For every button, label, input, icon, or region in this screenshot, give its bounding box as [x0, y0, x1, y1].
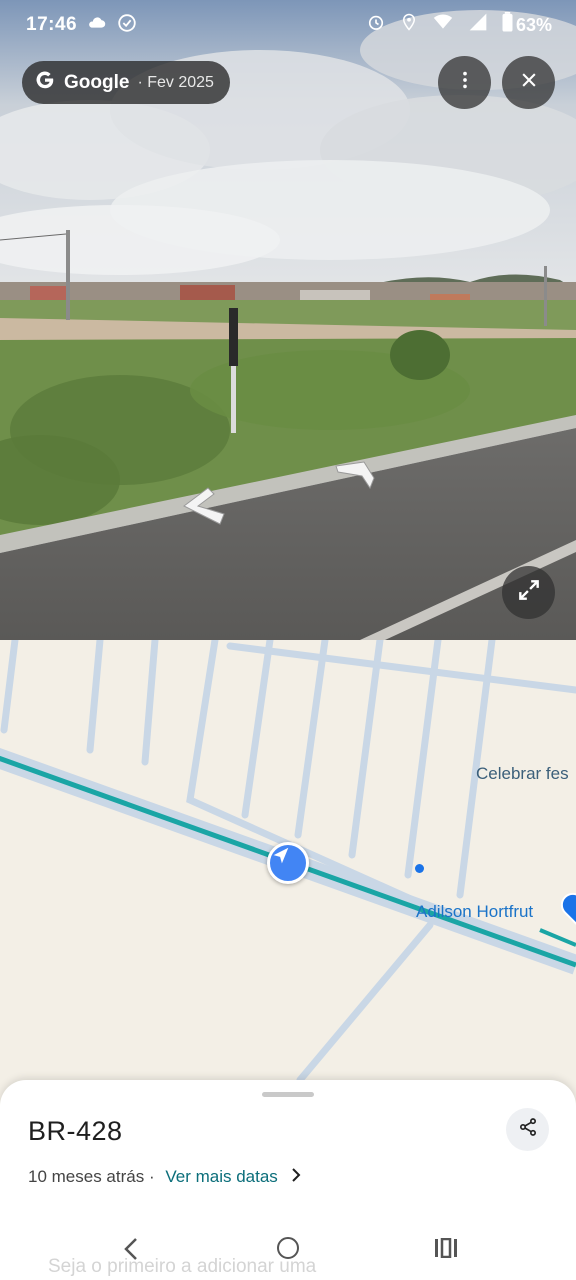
close-icon — [519, 70, 539, 95]
street-view-panorama[interactable]: 17:46 63% Google · Fev 2025 — [0, 0, 576, 640]
streetview-location-marker[interactable] — [267, 842, 309, 884]
imagery-date-pill[interactable]: Google · Fev 2025 — [22, 61, 230, 104]
alarm-icon — [366, 12, 386, 38]
chevron-right-icon[interactable] — [290, 1166, 302, 1187]
nav-arrow-right[interactable] — [334, 458, 376, 497]
google-brand-label: Google — [64, 71, 130, 93]
cloud-icon — [86, 12, 108, 40]
signal-icon — [468, 12, 488, 38]
share-button[interactable] — [506, 1108, 549, 1151]
map-label-adilson[interactable]: Adilson Hortfrut — [416, 902, 533, 922]
battery-icon — [502, 12, 513, 38]
separator-dot: · — [144, 1166, 160, 1186]
more-options-button[interactable] — [438, 56, 491, 109]
expand-icon — [516, 577, 542, 608]
nav-arrow-left[interactable] — [180, 484, 228, 533]
battery-percent: 63% — [515, 14, 552, 35]
check-circle-icon — [116, 12, 138, 40]
wifi-icon — [432, 12, 454, 38]
nav-arrow-right-icon — [334, 461, 376, 496]
map-view[interactable]: Celebrar fes Adilson Hortfrut — [0, 640, 576, 1110]
poi-dot[interactable] — [415, 864, 424, 873]
back-icon[interactable] — [120, 1236, 142, 1267]
imagery-age: 10 meses atrás — [28, 1166, 145, 1186]
share-icon — [518, 1117, 538, 1142]
nav-arrow-left-icon — [180, 487, 228, 532]
close-button[interactable] — [502, 56, 555, 109]
drag-handle[interactable] — [262, 1092, 314, 1097]
home-icon[interactable] — [277, 1237, 299, 1259]
place-title: BR-428 — [28, 1116, 123, 1146]
imagery-date-row: 10 meses atrás · Ver mais datas — [28, 1166, 302, 1187]
recents-icon[interactable] — [434, 1237, 458, 1263]
status-time: 17:46 — [26, 14, 78, 35]
system-navigation-bar — [0, 1228, 576, 1280]
google-g-icon — [34, 69, 56, 96]
location-icon — [400, 12, 418, 38]
fullscreen-button[interactable] — [502, 566, 555, 619]
map-label-celebrar[interactable]: Celebrar fes — [476, 764, 569, 784]
more-vert-icon — [454, 69, 476, 96]
capture-date-label: · Fev 2025 — [137, 73, 214, 91]
status-bar: 17:46 63% — [0, 0, 576, 52]
see-more-dates-link[interactable]: Ver mais datas — [165, 1167, 277, 1187]
